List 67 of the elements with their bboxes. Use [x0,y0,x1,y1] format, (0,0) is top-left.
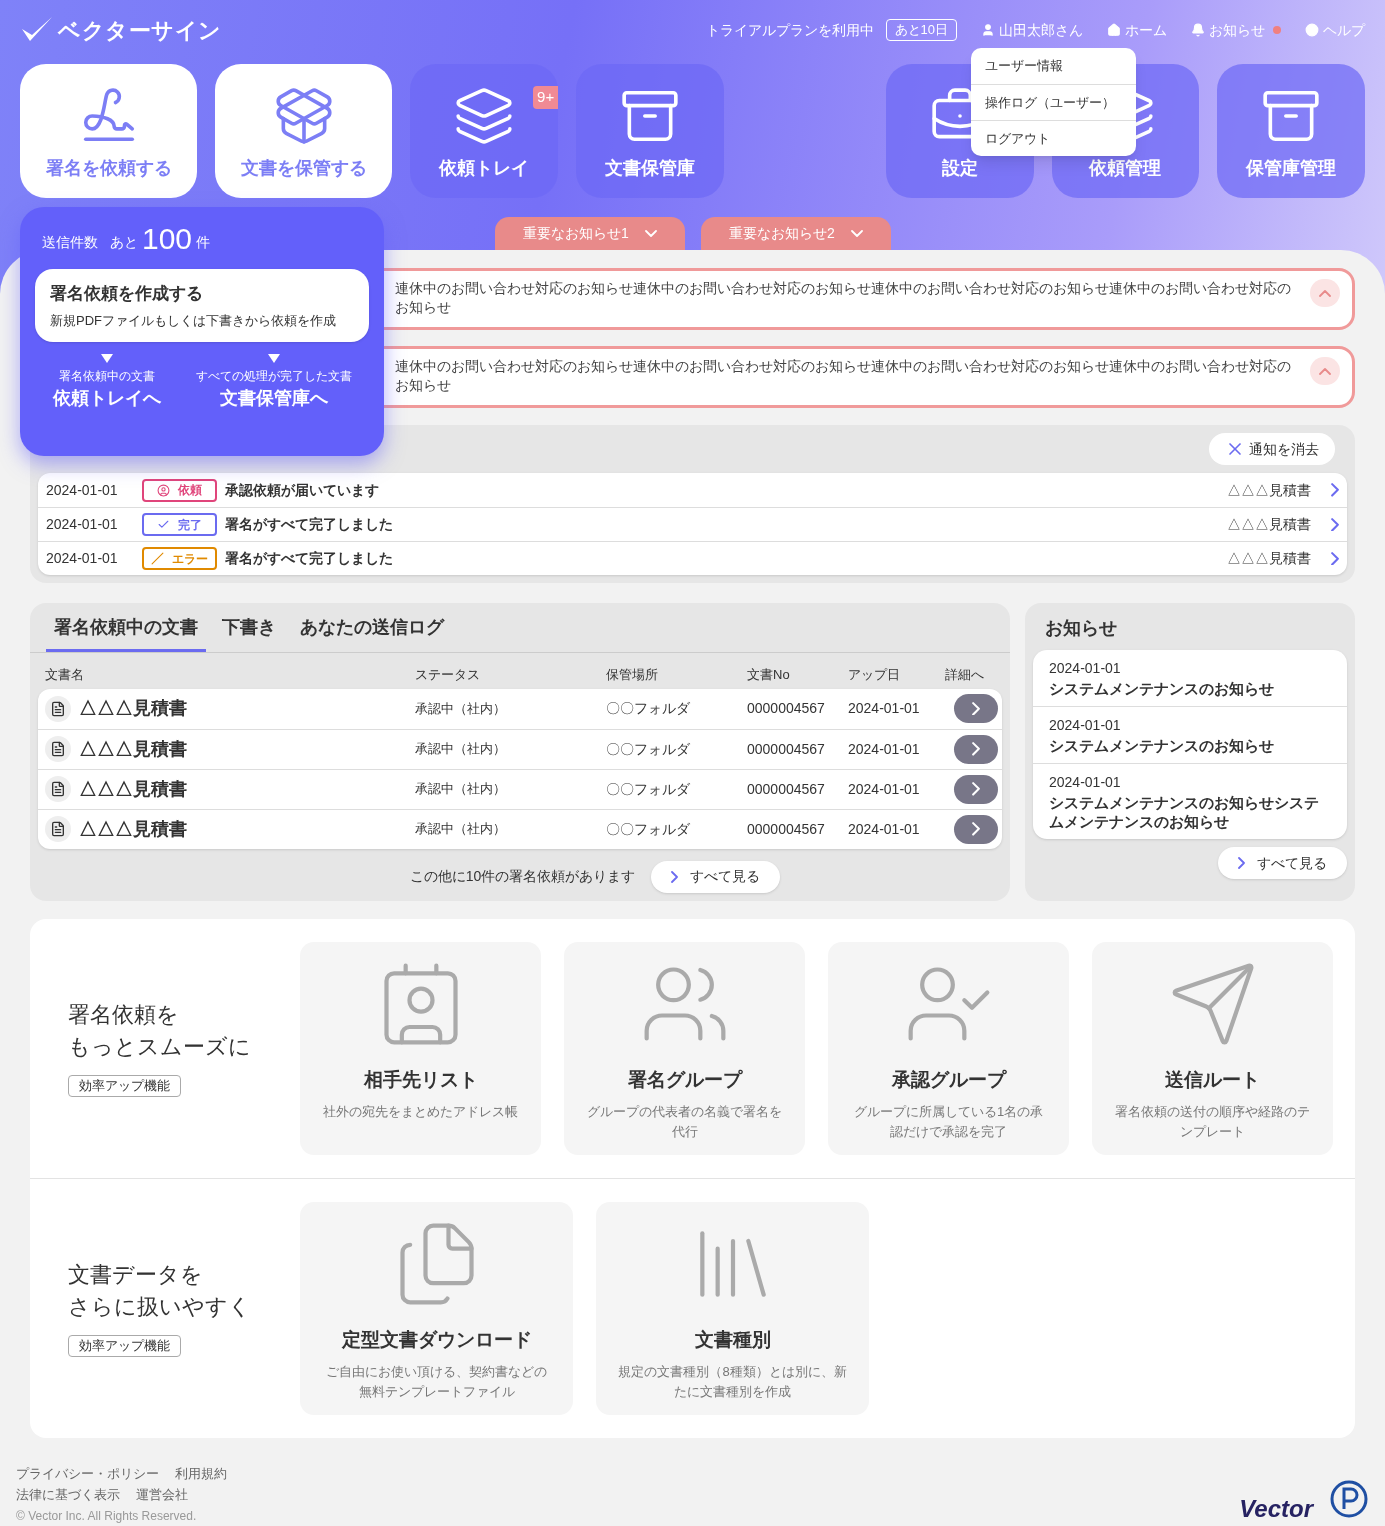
document-name: △△△見積書 [79,817,187,841]
action-date: 2024-01-01 [46,515,119,534]
number-cell-text: 0000004567 [747,819,826,839]
number-cell-text: 0000004567 [747,699,826,718]
feature-heading: さらに扱いやすく [68,1293,252,1321]
location-cell-text: 〇〇フォルダ [606,779,691,799]
quota-unit: 件 [196,233,211,252]
quota-prefix: あと [110,233,138,252]
action-date: 2024-01-01 [46,549,119,568]
status-cell-text: 承認中（社内） [415,740,507,759]
location-cell-text: 〇〇フォルダ [606,699,691,718]
status-tag: 完了 [142,513,217,536]
action-message: 承認依頼が届いています [225,480,380,500]
quota-label: 送信件数 [42,233,98,252]
feature-description: 規定の文書種別（8種類）とは別に、新たに文書種別を作成 [617,1363,848,1401]
copyright: © Vector Inc. All Rights Reserved. [16,1507,198,1525]
column-header: ステータス [415,666,481,684]
status-cell-text: 承認中（社内） [415,699,507,718]
feature-title: 送信ルート [1165,1067,1260,1092]
date-cell-text: 2024-01-01 [848,739,921,759]
feature-heading: 署名依頼を [68,1001,180,1029]
feature-title: 署名グループ [627,1067,742,1092]
logo-text: ベクターサイン [58,16,222,45]
status-cell-text: 承認中（社内） [415,780,507,799]
document-name: △△△見積書 [79,737,187,761]
status-cell-text: 承認中（社内） [415,820,507,839]
feature-description: グループに所属している1名の承認だけで承認を完了 [852,1103,1045,1141]
more-text: この他に10件の署名依頼があります [409,867,636,886]
notice-text: 連休中のお問い合わせ対応のお知らせ連休中のお問い合わせ対応のお知らせ連休中のお問い合わせ対応のお知らせ連休中のお問い合わせ対応のお知らせ [395,357,1292,395]
feature-description: グループの代表者の名義で署名を代行 [586,1103,783,1141]
feature-badge: 効率アップ機能 [68,1335,181,1357]
notice-text: 連休中のお問い合わせ対応のお知らせ連休中のお問い合わせ対応のお知らせ連休中のお問い合わせ対応のお知らせ連休中のお問い合わせ対応のお知らせ [395,279,1292,317]
trial-badge: あと10日 [885,19,957,41]
document-name: △△△見積書 [79,697,187,720]
feature-description: ご自由にお使い頂ける、契約書などの無料テンプレートファイル [325,1363,548,1401]
location-cell-text: 〇〇フォルダ [606,819,691,839]
column-header: 文書No [747,666,791,684]
action-date: 2024-01-01 [46,480,119,500]
feature-description: 署名依頼の送付の順序や経路のテンプレート [1114,1103,1311,1141]
feature-title: 定型文書ダウンロード [341,1327,532,1352]
status-tag: エラー [142,547,217,570]
document-name: △△△見積書 [79,777,187,801]
column-header: アップ日 [848,666,901,684]
action-message: 署名がすべて完了しました [225,549,394,568]
column-header: 保管場所 [606,666,659,684]
date-cell-text: 2024-01-01 [848,699,921,718]
action-message: 署名がすべて完了しました [225,515,394,534]
feature-heading: 文書データを [68,1261,204,1289]
number-cell-text: 0000004567 [747,779,826,799]
news-title: お知らせ [1044,617,1118,640]
brand-logo: Vector [1239,1496,1313,1521]
quota-count: 100 [142,223,193,255]
date-cell-text: 2024-01-01 [848,819,921,839]
date-cell-text: 2024-01-01 [848,779,921,799]
location-cell-text: 〇〇フォルダ [606,739,691,759]
trial-text: トライアルプランを利用中 [705,20,874,40]
feature-title: 承認グループ [891,1067,1006,1092]
feature-title: 文書種別 [694,1327,771,1352]
column-header: 詳細へ [945,666,985,684]
column-header: 文書名 [45,666,85,684]
feature-badge: 効率アップ機能 [68,1075,181,1097]
status-tag: 依頼 [142,478,217,502]
feature-title: 相手先リスト [363,1067,478,1092]
count-badge: 9+ [533,86,559,109]
feature-heading: もっとスムーズに [68,1033,252,1061]
number-cell-text: 0000004567 [747,739,826,759]
feature-description: 社外の宛先をまとめたアドレス帳 [323,1103,518,1121]
